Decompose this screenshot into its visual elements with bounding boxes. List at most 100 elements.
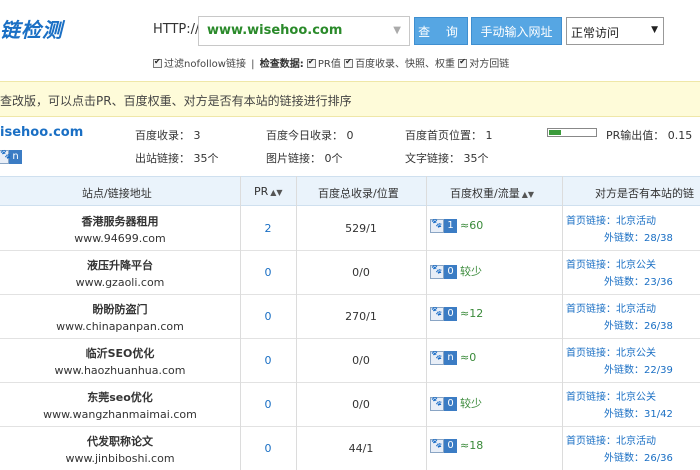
outlink-count[interactable]: 外链数：22/39 (566, 361, 673, 376)
col-backlink[interactable]: 对方是否有本站的链 (595, 185, 694, 201)
site-cell: 香港服务器租用 www.94699.com (0, 213, 240, 245)
pr-value: 2 (264, 222, 272, 235)
backlink-label: 对方回链 (469, 59, 510, 70)
traffic-value: ≈60 (460, 219, 484, 232)
site-cell: 盼盼防盗门 www.chinapanpan.com (0, 301, 240, 333)
pr-bar (547, 128, 597, 137)
outlink-count[interactable]: 外链数：31/42 (566, 405, 673, 420)
access-mode-value: 正常访问 (571, 26, 620, 40)
column-divider (240, 176, 241, 470)
index-value: 529/1 (345, 222, 377, 235)
table-header: 站点/链接地址 PR ▲▼ 百度总收录/位置 百度权重/流量 ▲▼ 对方是否有本站的… (0, 176, 700, 206)
paw-icon (430, 351, 444, 365)
access-mode-select[interactable]: 正常访问 ▼ (566, 17, 664, 45)
site-summary: isehoo.com 百度收录： 3 百度今日收录： 0 百度首页位置： 1 P… (0, 118, 700, 173)
table-row: 临沂SEO优化 www.haozhuanhua.com 0 0/0 n≈0 首页链… (0, 339, 700, 383)
backlink-cell: 首页链接：北京公关外链数：31/42 (566, 388, 673, 420)
notice-bar: 查改版，可以点击PR、百度权重、对方是否有本站的链接进行排序 (0, 81, 700, 117)
index-value: 44/1 (348, 442, 374, 455)
filter-nofollow-checkbox[interactable] (153, 57, 162, 68)
paw-icon (430, 307, 444, 321)
traffic-value: ≈12 (460, 307, 484, 320)
pr-value: 0 (264, 266, 272, 279)
weight-cell: 0较少 (430, 263, 482, 279)
backlink-cell: 首页链接：北京公关外链数：22/39 (566, 344, 673, 376)
home-link[interactable]: 首页链接：北京活动 (566, 436, 656, 447)
site-url[interactable]: www.wangzhanmaimai.com (0, 408, 240, 421)
table-row: 盼盼防盗门www.chinapanpan.com 0 270/1 0≈12 首页… (0, 295, 700, 339)
weight-value: 0 (444, 397, 457, 411)
index-value: 0/0 (352, 354, 370, 367)
sort-icon: ▲▼ (521, 190, 535, 199)
weight-value: n (444, 351, 457, 365)
col-pr[interactable]: PR ▲▼ (254, 185, 283, 198)
pr-label: PR值 (317, 59, 341, 70)
site-cell: 液压升降平台 www.gzaoli.com (0, 257, 240, 289)
table-row: 代发职称论文www.jinbiboshi.com 0 44/1 0≈18 首页链… (0, 427, 700, 470)
baidu-checkbox[interactable] (344, 57, 354, 68)
paw-icon (430, 219, 444, 233)
weight-value: 0 (444, 307, 457, 321)
site-title: 液压升降平台 (87, 259, 153, 272)
home-link[interactable]: 首页链接：北京公关 (566, 348, 656, 359)
home-link[interactable]: 首页链接：北京活动 (566, 216, 656, 227)
col-weight[interactable]: 百度权重/流量 ▲▼ (450, 185, 534, 201)
site-title: 香港服务器租用 (81, 215, 159, 228)
outlink-count[interactable]: 外链数：28/38 (566, 229, 673, 244)
paw-icon (430, 439, 444, 453)
header: 链检测 HTTP:// www.wisehoo.com ▼ 查 询 手动输入网址… (0, 0, 700, 80)
baidu-index: 百度收录： 3 (135, 129, 201, 142)
weight-cell: 0≈12 (430, 307, 483, 321)
pr-value: 0 (264, 310, 272, 323)
traffic-value: 较少 (460, 397, 482, 410)
site-logo[interactable]: 链检测 (0, 14, 63, 43)
filter-nofollow-label: 过滤nofollow链接 (164, 59, 246, 70)
site-url[interactable]: www.haozhuanhua.com (0, 364, 240, 377)
site-url[interactable]: www.jinbiboshi.com (0, 452, 240, 465)
backlink-cell: 首页链接：北京活动外链数：26/36 (566, 432, 673, 464)
select-arrow-icon: ▼ (651, 25, 658, 35)
site-cell: 东莞seo优化 www.wangzhanmaimai.com (0, 389, 240, 421)
divider: | (251, 59, 255, 70)
baidu-home-position: 百度首页位置： 1 (405, 129, 493, 142)
check-data-label: 检查数据: (259, 59, 304, 70)
outlink-count[interactable]: 外链数：23/36 (566, 273, 673, 288)
sort-icon: ▲▼ (270, 188, 283, 197)
backlink-cell: 首页链接：北京活动外链数：28/38 (566, 212, 673, 244)
pr-checkbox[interactable] (306, 57, 316, 68)
outlink-count[interactable]: 外链数：26/38 (566, 317, 673, 332)
pr-output: PR输出值： 0.15 (606, 129, 693, 142)
site-cell: 代发职称论文 www.jinbiboshi.com (0, 433, 240, 465)
url-input[interactable]: www.wisehoo.com ▼ (198, 16, 410, 46)
image-links: 图片链接： 0个 (266, 152, 343, 165)
weight-value: 1 (444, 219, 457, 233)
paw-icon (0, 149, 11, 164)
url-input-value: www.wisehoo.com (207, 23, 343, 38)
col-pr-label: PR (254, 185, 269, 198)
manual-input-button[interactable]: 手动输入网址 (471, 17, 562, 45)
weight-cell: 0≈18 (430, 439, 483, 453)
index-value: 0/0 (352, 398, 370, 411)
site-url[interactable]: www.gzaoli.com (0, 276, 240, 289)
query-button[interactable]: 查 询 (414, 17, 468, 45)
site-url[interactable]: www.94699.com (0, 232, 240, 245)
outlink-count[interactable]: 外链数：26/36 (566, 449, 673, 464)
backlink-checkbox[interactable] (458, 57, 468, 68)
home-link[interactable]: 首页链接：北京公关 (566, 260, 656, 271)
traffic-value: ≈0 (460, 351, 477, 364)
index-value: 270/1 (345, 310, 377, 323)
site-title: 东莞seo优化 (87, 391, 153, 404)
site-url[interactable]: www.chinapanpan.com (0, 320, 240, 333)
site-title: 代发职称论文 (87, 435, 153, 448)
traffic-value: 较少 (460, 265, 482, 278)
http-label: HTTP:// (153, 22, 200, 37)
site-domain[interactable]: isehoo.com (0, 125, 83, 140)
weight-value: 0 (444, 265, 457, 279)
weight-cell: n≈0 (430, 351, 476, 365)
home-link[interactable]: 首页链接：北京活动 (566, 304, 656, 315)
home-link[interactable]: 首页链接：北京公关 (566, 392, 656, 403)
chevron-down-icon[interactable]: ▼ (393, 25, 401, 36)
col-weight-label: 百度权重/流量 (450, 187, 520, 200)
index-value: 0/0 (352, 266, 370, 279)
out-links: 出站链接： 35个 (135, 152, 219, 165)
